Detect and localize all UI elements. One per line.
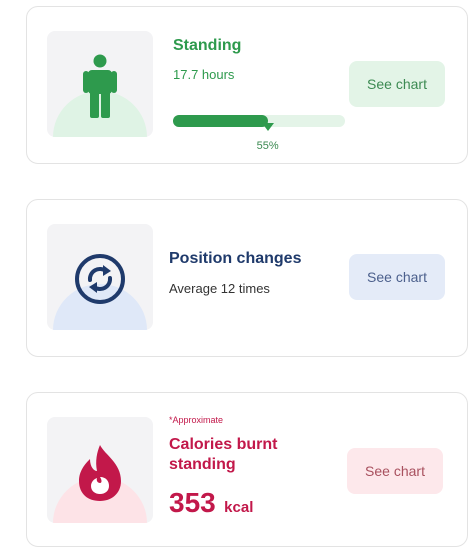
- person-standing-icon: [83, 54, 117, 118]
- position-changes-card: Position changes Average 12 times See ch…: [26, 199, 468, 357]
- position-average: Average 12 times: [169, 281, 270, 296]
- standing-card: Standing 17.7 hours 55% See chart: [26, 6, 468, 164]
- standing-thumbnail: [47, 31, 153, 137]
- flame-icon: [79, 445, 121, 501]
- standing-hours: 17.7 hours: [173, 67, 235, 82]
- calories-unit: kcal: [224, 499, 254, 516]
- position-see-chart-button[interactable]: See chart: [349, 254, 445, 300]
- standing-see-chart-button[interactable]: See chart: [349, 61, 445, 107]
- standing-progress-label: 55%: [256, 140, 279, 152]
- calories-title-line2: standing: [169, 456, 236, 473]
- calories-thumbnail: [47, 417, 153, 523]
- calories-title-line1: Calories burnt: [169, 436, 278, 453]
- approximate-note: *Approximate: [169, 415, 224, 425]
- standing-title: Standing: [173, 37, 242, 54]
- standing-progress-bar: [173, 115, 345, 131]
- position-thumbnail: [47, 224, 153, 330]
- rotate-arrows-icon: [75, 254, 125, 304]
- calories-value: 353: [169, 487, 216, 518]
- calories-card: *Approximate Calories burnt standing 353…: [26, 392, 468, 547]
- position-title: Position changes: [169, 250, 302, 267]
- standing-progress-fill: [173, 115, 268, 127]
- calories-readout: 353 kcal: [169, 487, 253, 519]
- progress-marker-icon: [261, 123, 274, 131]
- calories-see-chart-button[interactable]: See chart: [347, 448, 443, 494]
